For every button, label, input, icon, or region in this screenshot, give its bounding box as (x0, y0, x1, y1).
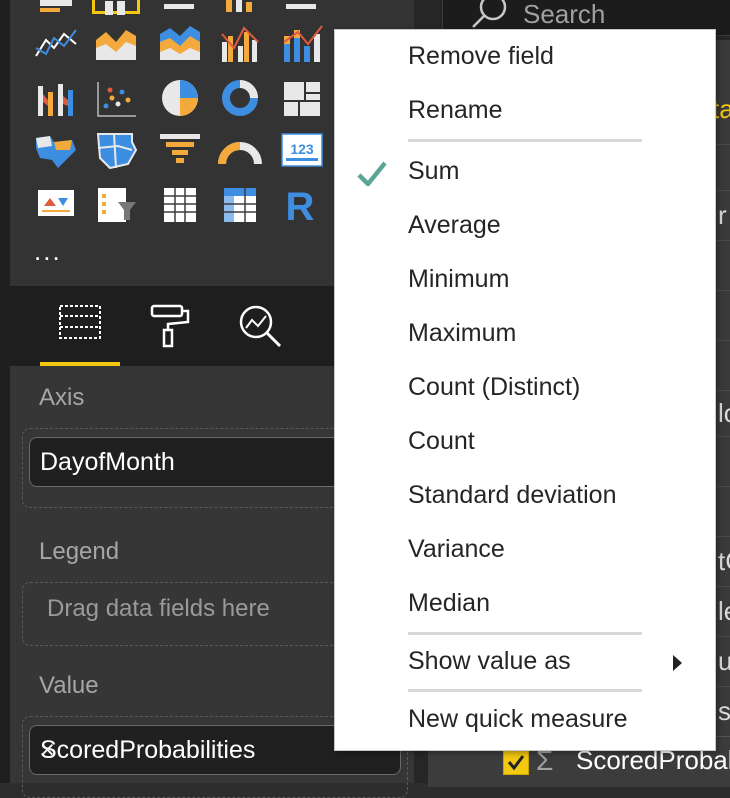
card-icon[interactable]: 123 (278, 128, 326, 172)
funnel-icon[interactable] (156, 128, 204, 172)
stacked-bar-chart-icon[interactable] (32, 0, 80, 14)
filled-map-icon[interactable] (32, 128, 80, 172)
menu-item-remove-field[interactable]: Remove field (335, 32, 715, 86)
menu-item-new-quick-measure[interactable]: New quick measure (335, 695, 715, 749)
menu-item-maximum[interactable]: Maximum (335, 309, 715, 363)
menu-item-label: Maximum (408, 319, 517, 347)
menu-separator (408, 139, 642, 142)
line-clustered-column-icon[interactable] (216, 20, 264, 64)
analytics-tab[interactable] (220, 294, 300, 366)
menu-item-median[interactable]: Median (335, 579, 715, 633)
menu-item-label: Standard deviation (408, 481, 617, 509)
area-chart-icon[interactable] (92, 20, 140, 64)
menu-item-label: Count (Distinct) (408, 373, 581, 401)
menu-item-label: Sum (408, 157, 460, 185)
menu-item-variance[interactable]: Variance (335, 525, 715, 579)
donut-chart-icon[interactable] (216, 76, 264, 120)
field-peek-text: uc (718, 646, 730, 676)
scatter-chart-icon[interactable] (92, 76, 140, 120)
menu-item-rename[interactable]: Rename (335, 86, 715, 140)
value-well-label: Value (39, 672, 99, 699)
axis-well-label: Axis (39, 384, 85, 411)
menu-item-label: New quick measure (408, 705, 628, 733)
slicer-icon[interactable] (92, 182, 140, 226)
format-tab[interactable] (130, 294, 210, 366)
menu-item-sum[interactable]: Sum (335, 147, 715, 201)
card-value-text: 123 (290, 141, 314, 157)
ribbon-chart-icon[interactable] (32, 76, 80, 120)
submenu-arrow-icon (673, 655, 682, 671)
r-visual-icon[interactable]: R (278, 182, 326, 226)
treemap-icon[interactable] (278, 76, 326, 120)
legend-drop-hint: Drag data fields here (47, 595, 270, 622)
r-visual-letter: R (286, 185, 315, 226)
legend-well-label: Legend (39, 538, 120, 565)
shape-map-icon[interactable] (92, 128, 140, 172)
field-peek-text: le (718, 596, 730, 626)
fields-tab[interactable] (40, 294, 120, 366)
menu-item-label: Minimum (408, 265, 510, 293)
field-peek-text: tC (718, 546, 730, 576)
paint-roller-icon (150, 304, 190, 348)
analytics-magnifier-icon (239, 305, 282, 348)
menu-item-average[interactable]: Average (335, 201, 715, 255)
menu-item-standard-deviation[interactable]: Standard deviation (335, 471, 715, 525)
table-icon[interactable] (156, 182, 204, 226)
line-stacked-column-icon[interactable] (278, 20, 326, 64)
search-icon (472, 0, 507, 28)
checkmark-icon (357, 161, 387, 187)
clustered-column-chart-icon[interactable] (216, 0, 264, 14)
bar-100-chart-icon[interactable] (278, 0, 326, 14)
kpi-icon[interactable] (32, 182, 80, 226)
checkmark-icon (507, 755, 525, 771)
pane-edge (0, 0, 10, 783)
menu-item-show-value-as[interactable]: Show value as (335, 637, 715, 691)
pie-chart-icon[interactable] (156, 76, 204, 120)
line-chart-icon[interactable] (32, 20, 80, 64)
gauge-icon[interactable] (216, 128, 264, 172)
field-context-menu: Remove field Rename Sum Average Minimum … (334, 29, 716, 751)
stacked-area-chart-icon[interactable] (156, 20, 204, 64)
clustered-bar-chart-icon[interactable] (156, 0, 204, 14)
menu-separator (408, 632, 642, 635)
menu-item-label: Remove field (408, 42, 554, 70)
menu-item-label: Show value as (408, 647, 571, 675)
menu-item-count-distinct[interactable]: Count (Distinct) (335, 363, 715, 417)
field-checkbox[interactable] (503, 749, 529, 775)
fields-icon (59, 305, 101, 339)
menu-item-label: Average (408, 211, 501, 239)
menu-item-label: Rename (408, 96, 503, 124)
field-peek-text: r (718, 200, 727, 230)
search-placeholder: Search (523, 0, 606, 29)
field-peek-text: lo (718, 398, 730, 428)
menu-item-count[interactable]: Count (335, 417, 715, 471)
axis-field-name: DayofMonth (40, 448, 175, 476)
selected-column-chart-icon[interactable] (92, 0, 140, 15)
menu-item-minimum[interactable]: Minimum (335, 255, 715, 309)
field-peek-text: s (718, 696, 730, 726)
more-visuals-button[interactable]: ... (34, 236, 62, 267)
menu-item-label: Median (408, 589, 490, 617)
menu-separator (408, 689, 642, 692)
menu-item-label: Variance (408, 535, 505, 563)
matrix-icon[interactable] (216, 182, 264, 226)
menu-item-label: Count (408, 427, 475, 455)
